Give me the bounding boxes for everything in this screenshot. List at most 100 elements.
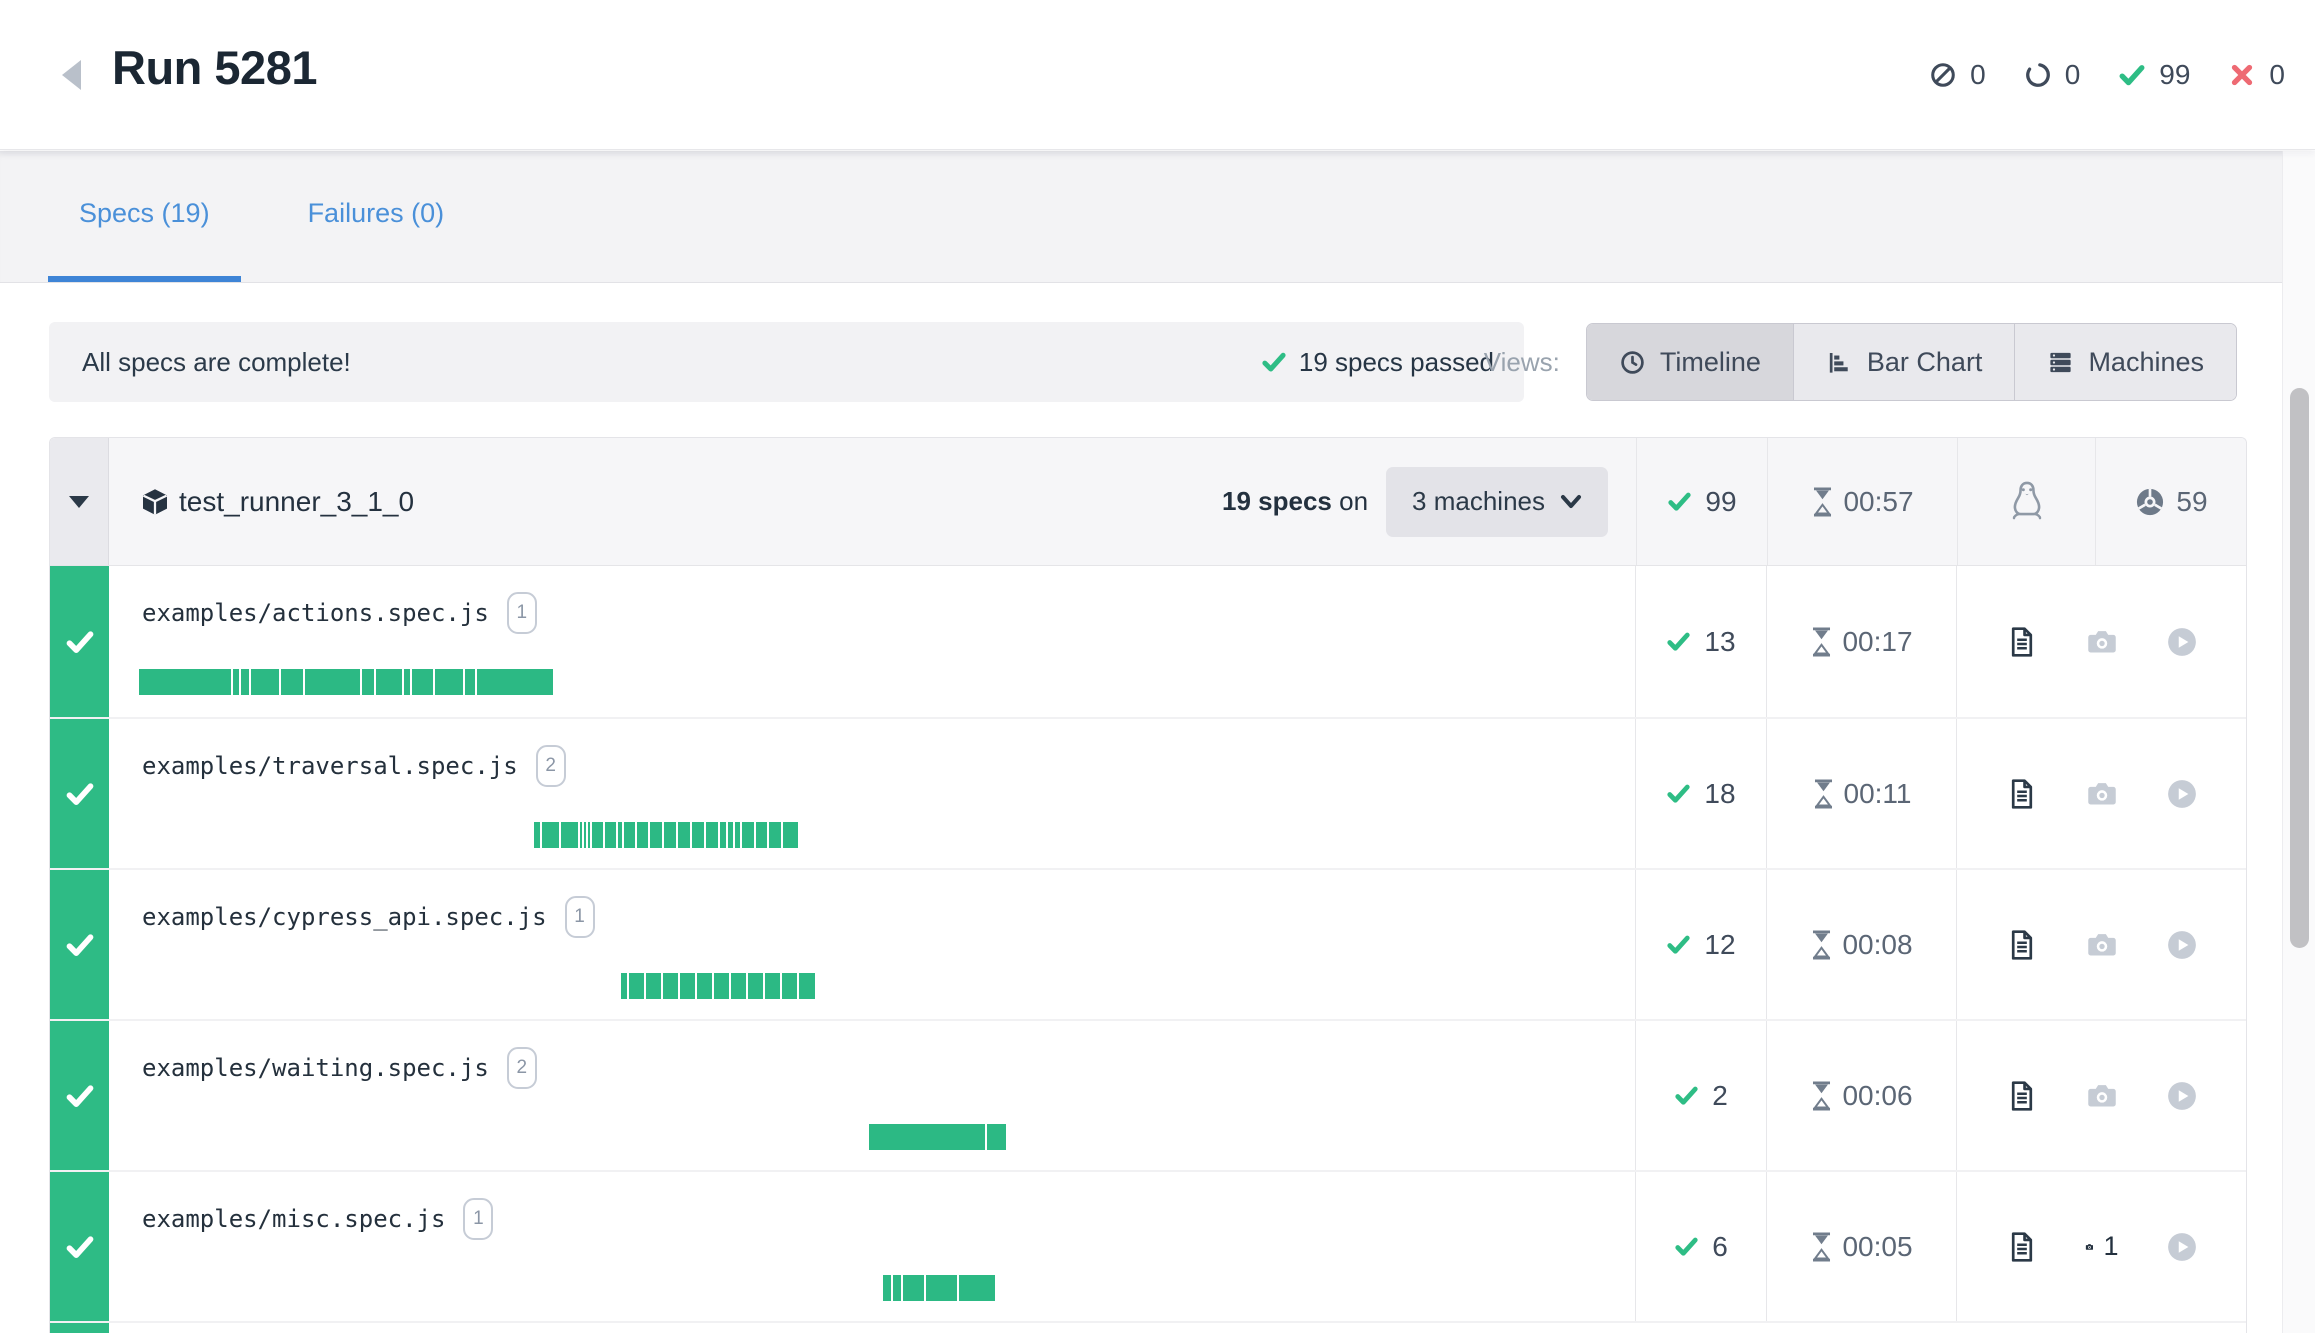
spec-passed-value: 13 [1704, 626, 1735, 658]
completion-banner: All specs are complete! 19 specs passed [49, 322, 1524, 402]
timeline-segment [728, 822, 733, 848]
video-button[interactable] [2165, 625, 2199, 659]
spec-duration-cell: 00:06 [1766, 1021, 1956, 1170]
header-stats: 00990 [1929, 0, 2285, 150]
check-icon [65, 1081, 95, 1111]
spec-filename[interactable]: examples/waiting.spec.js [142, 1054, 489, 1082]
bar-chart-view-button-label: Bar Chart [1867, 347, 1983, 378]
spec-duration-cell: 00:11 [1766, 719, 1956, 868]
timeline-segment [735, 822, 740, 848]
collapse-toggle[interactable] [50, 438, 109, 565]
screenshots-button[interactable]: 1 [2085, 1230, 2119, 1264]
check-icon [1674, 1083, 1699, 1108]
spec-main: examples/traversal.spec.js 2 [109, 719, 1635, 868]
back-icon[interactable] [62, 60, 81, 90]
scrollbar-track[interactable] [2282, 151, 2315, 1333]
video-button[interactable] [2165, 777, 2199, 811]
timeline-segment [678, 822, 690, 848]
spec-status-cell [50, 1323, 109, 1333]
tabs: Specs (19) Failures (0) [0, 151, 2315, 282]
play-icon [2165, 1079, 2199, 1113]
tab-failures[interactable]: Failures (0) [277, 151, 476, 282]
spec-artifacts-cell [1956, 1021, 2246, 1170]
views-switch: Views: TimelineBar ChartMachines [1484, 322, 2237, 402]
cross-icon [2228, 61, 2256, 89]
group-on-label: on [1339, 486, 1368, 516]
spec-filename[interactable]: examples/traversal.spec.js [142, 752, 518, 780]
spec-artifacts-cell: 1 [1956, 1172, 2246, 1321]
timeline-view-button-label: Timeline [1660, 347, 1761, 378]
screenshots-button[interactable] [2085, 1079, 2119, 1113]
machine-badge: 1 [565, 896, 595, 938]
spec-timeline-bar[interactable] [534, 822, 798, 848]
output-log-button[interactable] [2005, 777, 2039, 811]
play-icon [2165, 777, 2199, 811]
machines-dropdown[interactable]: 3 machines [1386, 467, 1608, 537]
machine-badge: 2 [536, 745, 566, 787]
spec-timeline-bar[interactable] [869, 1124, 1006, 1150]
screenshots-button[interactable] [2085, 928, 2119, 962]
file-line: examples/misc.spec.js1 [142, 1198, 493, 1240]
video-button[interactable] [2165, 1230, 2199, 1264]
output-log-button[interactable] [2005, 928, 2039, 962]
spec-passed-cell: 18 [1635, 719, 1766, 868]
spec-row: examples/cypress_api.spec.js11200:08 [50, 868, 2246, 1019]
screenshots-button[interactable] [2085, 777, 2119, 811]
video-button[interactable] [2165, 1079, 2199, 1113]
output-log-button[interactable] [2005, 1079, 2039, 1113]
spec-main: examples/actions.spec.js1 [109, 566, 1635, 717]
group-passed-cell: 99 [1636, 438, 1767, 565]
spec-filename[interactable]: examples/actions.spec.js [142, 599, 489, 627]
timeline-segment [139, 669, 231, 695]
timeline-segment [542, 822, 559, 848]
spec-artifacts-cell [1956, 566, 2246, 717]
spec-row: examples/misc.spec.js1600:051 [50, 1170, 2246, 1321]
group-duration-value: 00:57 [1843, 486, 1913, 518]
video-button[interactable] [2165, 928, 2199, 962]
tab-bar: Specs (19) Failures (0) [0, 151, 2315, 283]
machines-dropdown-label: 3 machines [1412, 486, 1545, 517]
timeline-segment [782, 973, 797, 999]
spec-filename[interactable]: examples/misc.spec.js [142, 1205, 445, 1233]
spec-timeline-bar[interactable] [139, 669, 553, 695]
bar-chart-view-button[interactable]: Bar Chart [1793, 324, 2015, 400]
timeline-segment [893, 1275, 901, 1301]
spec-duration-value: 00:17 [1842, 626, 1912, 658]
timeline-segment [592, 822, 603, 848]
run-passed-check-icon [393, 56, 433, 96]
spec-row-partial [50, 1321, 2246, 1333]
banner-passed: 19 specs passed [1261, 347, 1494, 378]
scrollbar-thumb[interactable] [2290, 388, 2309, 948]
timeline-segment [281, 669, 303, 695]
timeline-segment [233, 669, 239, 695]
spec-status-cell [50, 1172, 109, 1321]
screenshots-button[interactable] [2085, 625, 2119, 659]
check-icon [1674, 1234, 1699, 1259]
check-icon [65, 779, 95, 809]
spec-timeline-bar[interactable] [883, 1275, 995, 1301]
group-os-cell [1957, 438, 2095, 565]
browser-version: 59 [2176, 486, 2207, 518]
spec-filename[interactable]: examples/cypress_api.spec.js [142, 903, 547, 931]
timeline-segment [629, 973, 644, 999]
timeline-segment [692, 822, 704, 848]
machines-view-button[interactable]: Machines [2014, 324, 2236, 400]
document-icon [2005, 625, 2039, 659]
spec-passed-cell: 6 [1635, 1172, 1766, 1321]
camera-icon [2085, 777, 2119, 811]
screenshot-count: 1 [2103, 1231, 2118, 1262]
banner-passed-label: 19 specs passed [1299, 347, 1494, 378]
group-specs-summary: 19 specs on [1222, 486, 1368, 517]
spec-timeline-bar[interactable] [621, 973, 815, 999]
output-log-button[interactable] [2005, 1230, 2039, 1264]
pending-icon [2024, 61, 2052, 89]
spec-row: examples/traversal.spec.js 2 18 00:11 [50, 717, 2246, 868]
machines-view-button-label: Machines [2088, 347, 2204, 378]
timeline-segment [883, 1275, 891, 1301]
timeline-segment [621, 973, 627, 999]
spec-row: examples/actions.spec.js1 13 00:17 [50, 566, 2246, 717]
timeline-view-button[interactable]: Timeline [1587, 324, 1793, 400]
tab-specs[interactable]: Specs (19) [48, 151, 241, 282]
output-log-button[interactable] [2005, 625, 2039, 659]
spec-passed-value: 18 [1704, 778, 1735, 810]
